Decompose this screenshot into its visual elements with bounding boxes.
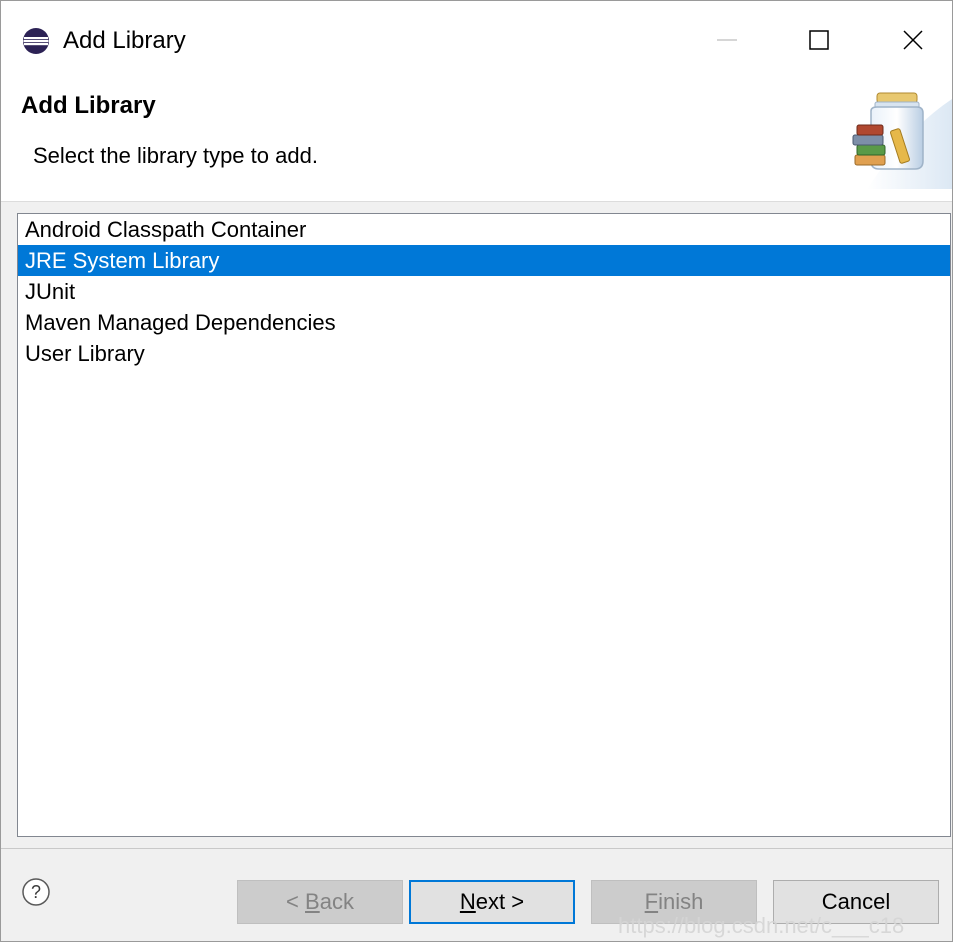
finish-label-rest: inish xyxy=(658,889,704,914)
library-jar-icon xyxy=(852,92,952,189)
next-label-rest: ext > xyxy=(475,889,525,914)
page-description: Select the library type to add. xyxy=(33,143,318,168)
window-title: Add Library xyxy=(63,27,186,54)
list-item[interactable]: User Library xyxy=(18,338,950,369)
list-item[interactable]: JRE System Library xyxy=(18,245,950,276)
close-button[interactable] xyxy=(890,17,936,63)
list-item[interactable]: JUnit xyxy=(18,276,950,307)
maximize-icon xyxy=(809,30,829,50)
footer-separator xyxy=(1,848,952,849)
close-icon xyxy=(903,30,923,50)
list-item[interactable]: Android Classpath Container xyxy=(18,214,950,245)
list-item[interactable]: Maven Managed Dependencies xyxy=(18,307,950,338)
title-bar[interactable]: Add Library xyxy=(1,1,952,81)
svg-text:?: ? xyxy=(31,882,41,902)
eclipse-icon xyxy=(23,28,49,54)
watermark: https://blog.csdn.net/c___c18 xyxy=(618,913,905,938)
library-type-list[interactable]: Android Classpath Container JRE System Li… xyxy=(17,213,951,837)
minimize-button[interactable] xyxy=(704,17,750,63)
back-label-mnemonic: B xyxy=(305,889,320,914)
page-title: Add Library xyxy=(21,92,156,119)
next-label-mnemonic: N xyxy=(459,889,476,914)
next-button[interactable]: Next > xyxy=(409,880,575,924)
maximize-button[interactable] xyxy=(796,17,842,63)
minimize-icon xyxy=(717,39,737,41)
back-label-prefix: < xyxy=(286,889,306,914)
back-label-rest: ack xyxy=(319,889,354,914)
help-icon[interactable]: ? xyxy=(21,877,51,907)
back-button[interactable]: < Back xyxy=(237,880,403,924)
finish-label-mnemonic: F xyxy=(644,889,659,914)
add-library-dialog: Add Library Add Library Select the libra… xyxy=(0,0,953,942)
wizard-banner: Add Library Select the library type to a… xyxy=(1,81,952,202)
